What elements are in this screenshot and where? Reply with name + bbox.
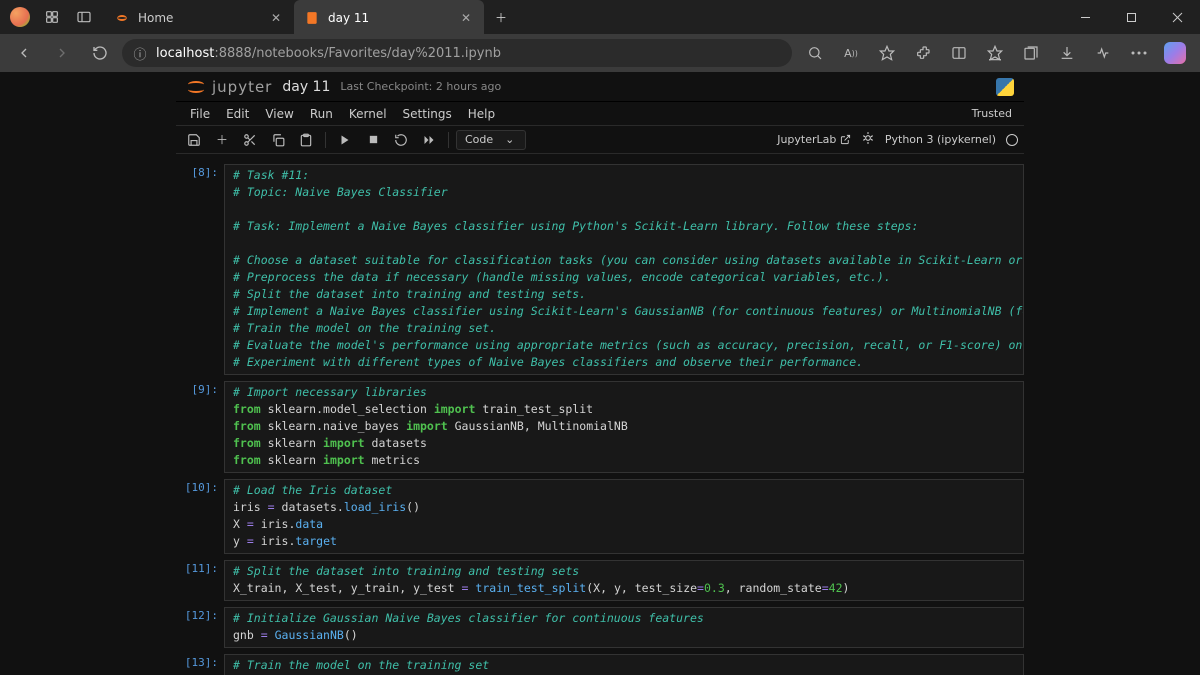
extensions-icon[interactable] [906,36,940,70]
jupyter-toolbar: ＋ Code ⌄ JupyterLab Python 3 (ipykernel) [176,126,1024,154]
jupyterlab-link[interactable]: JupyterLab [777,133,851,146]
menu-file[interactable]: File [182,104,218,124]
code-editor[interactable]: # Split the dataset into training and te… [224,560,1024,601]
code-cell[interactable]: [13]: # Train the model on the training … [176,654,1024,675]
site-info-icon[interactable]: ⓘ [132,45,148,61]
workspaces-icon[interactable] [38,3,66,31]
refresh-button[interactable] [84,37,116,69]
code-cell[interactable]: [8]: # Task #11: # Topic: Naive Bayes Cl… [176,164,1024,375]
menu-view[interactable]: View [257,104,301,124]
chevron-down-icon: ⌄ [505,133,514,146]
jupyter-header: jupyter day 11 Last Checkpoint: 2 hours … [176,72,1024,102]
restart-button[interactable] [389,129,413,151]
kernel-name[interactable]: Python 3 (ipykernel) [885,133,996,146]
code-cell[interactable]: [12]: # Initialize Gaussian Naive Bayes … [176,607,1024,648]
copilot-icon[interactable] [1164,42,1186,64]
maximize-button[interactable] [1108,0,1154,34]
menu-run[interactable]: Run [302,104,341,124]
read-aloud-icon[interactable]: A)) [834,36,868,70]
window-controls [1062,0,1200,34]
browser-tab-day11[interactable]: day 11 ✕ [294,0,484,34]
notebook-favicon [304,10,320,26]
code-editor[interactable]: # Initialize Gaussian Naive Bayes classi… [224,607,1024,648]
code-editor[interactable]: # Task #11: # Topic: Naive Bayes Classif… [224,164,1024,375]
tab-actions-icon[interactable] [70,3,98,31]
close-icon[interactable]: ✕ [458,10,474,26]
cell-prompt: [12]: [176,607,224,648]
favorites-bar-icon[interactable] [978,36,1012,70]
cell-prompt: [9]: [176,381,224,473]
code-editor[interactable]: # Train the model on the training set gn… [224,654,1024,675]
code-editor[interactable]: # Import necessary libraries from sklear… [224,381,1024,473]
favorite-icon[interactable] [870,36,904,70]
interrupt-button[interactable] [361,129,385,151]
menu-settings[interactable]: Settings [395,104,460,124]
paste-button[interactable] [294,129,318,151]
notebook-cells: [8]: # Task #11: # Topic: Naive Bayes Cl… [176,164,1024,675]
browser-titlebar: Home ✕ day 11 ✕ ＋ [0,0,1200,34]
profile-avatar[interactable] [10,7,30,27]
minimize-button[interactable] [1062,0,1108,34]
run-button[interactable] [333,129,357,151]
kernel-status-icon[interactable] [1006,134,1018,146]
jupyter-app: jupyter day 11 Last Checkpoint: 2 hours … [0,72,1200,675]
checkpoint-text: Last Checkpoint: 2 hours ago [340,80,501,93]
cell-type-select[interactable]: Code ⌄ [456,130,526,150]
tab-title: Home [138,11,260,25]
notebook-title[interactable]: day 11 [282,79,330,95]
jupyter-favicon [114,10,130,26]
browser-tab-home[interactable]: Home ✕ [104,0,294,34]
url-text: localhost:8888/notebooks/Favorites/day%2… [156,46,501,61]
menu-edit[interactable]: Edit [218,104,257,124]
trusted-label[interactable]: Trusted [972,107,1018,120]
cell-prompt: [13]: [176,654,224,675]
code-cell[interactable]: [9]: # Import necessary libraries from s… [176,381,1024,473]
code-editor[interactable]: # Load the Iris dataset iris = datasets.… [224,479,1024,554]
jupyter-logo-text: jupyter [212,78,272,96]
add-cell-button[interactable]: ＋ [210,129,234,151]
cut-button[interactable] [238,129,262,151]
back-button[interactable] [8,37,40,69]
performance-icon[interactable] [1086,36,1120,70]
browser-tabs: Home ✕ day 11 ✕ ＋ [104,0,1062,34]
debugger-icon[interactable] [861,131,875,148]
code-cell[interactable]: [10]: # Load the Iris dataset iris = dat… [176,479,1024,554]
code-cell[interactable]: [11]: # Split the dataset into training … [176,560,1024,601]
tab-title: day 11 [328,11,450,25]
restart-run-all-button[interactable] [417,129,441,151]
jupyter-menubar: File Edit View Run Kernel Settings Help … [176,102,1024,126]
menu-help[interactable]: Help [460,104,503,124]
browser-addressbar: ⓘ localhost:8888/notebooks/Favorites/day… [0,34,1200,72]
cell-type-label: Code [465,133,493,146]
jupyter-logo[interactable]: jupyter [186,77,272,97]
new-tab-button[interactable]: ＋ [484,0,518,34]
save-button[interactable] [182,129,206,151]
cell-prompt: [8]: [176,164,224,375]
cell-prompt: [11]: [176,560,224,601]
split-screen-icon[interactable] [942,36,976,70]
collections-icon[interactable] [1014,36,1048,70]
more-icon[interactable] [1122,36,1156,70]
python-icon [996,78,1014,96]
cell-prompt: [10]: [176,479,224,554]
close-icon[interactable]: ✕ [268,10,284,26]
url-input[interactable]: ⓘ localhost:8888/notebooks/Favorites/day… [122,39,792,67]
close-window-button[interactable] [1154,0,1200,34]
copy-button[interactable] [266,129,290,151]
downloads-icon[interactable] [1050,36,1084,70]
forward-button [46,37,78,69]
menu-kernel[interactable]: Kernel [341,104,395,124]
jupyter-logo-icon [186,77,206,97]
search-engine-icon[interactable] [798,36,832,70]
